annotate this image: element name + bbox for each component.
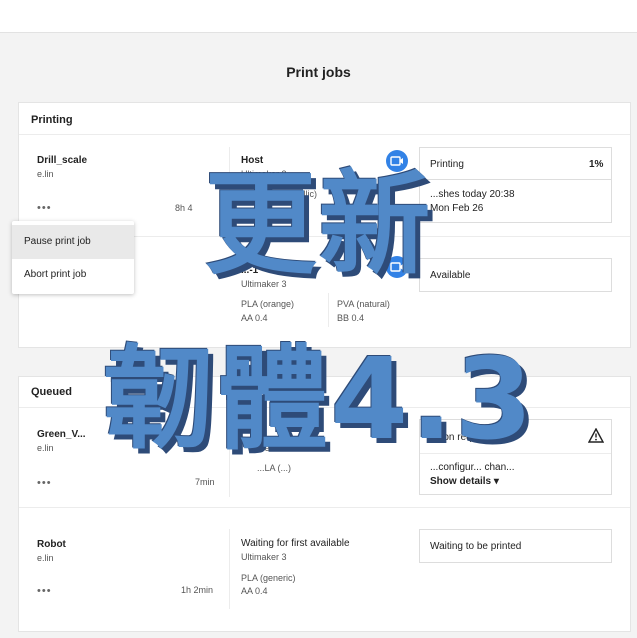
chevron-down-icon: ▾ bbox=[493, 476, 499, 487]
page-title: Print jobs bbox=[286, 64, 351, 80]
show-details-link[interactable]: Show details ▾ bbox=[430, 476, 499, 487]
overlay-subheadline: 韌體4.3 bbox=[102, 335, 535, 465]
material-label: PLA (generic) bbox=[241, 573, 296, 583]
job-owner: e.lin bbox=[37, 553, 54, 563]
job-duration: 1h 2min bbox=[181, 585, 214, 595]
material-core: AA 0.4 bbox=[241, 586, 268, 596]
material-label: PLA (orange) bbox=[241, 299, 295, 309]
more-dots-icon[interactable]: ••• bbox=[37, 585, 52, 597]
material-core: AA 0.4 bbox=[241, 313, 268, 323]
divider bbox=[328, 293, 329, 327]
divider bbox=[19, 134, 630, 135]
job-name: Robot bbox=[37, 539, 66, 550]
top-bar bbox=[0, 0, 637, 33]
divider bbox=[229, 529, 230, 609]
material-core: BB 0.4 bbox=[337, 313, 365, 323]
status-box: Waiting to be printed bbox=[419, 529, 612, 563]
printing-section-label: Printing bbox=[31, 114, 73, 126]
material-label: PVA (natural) bbox=[337, 299, 390, 309]
more-dots-icon[interactable]: ••• bbox=[37, 477, 52, 489]
overlay-headline: 更新 bbox=[204, 160, 433, 290]
show-details-label: Show details bbox=[430, 476, 492, 487]
printer-model: Ultimaker 3 bbox=[241, 552, 287, 562]
job-duration: 7min bbox=[195, 477, 215, 487]
divider bbox=[19, 507, 630, 508]
status-text: Waiting to be printed bbox=[430, 541, 522, 552]
printer-label: Waiting for first available bbox=[241, 538, 350, 549]
